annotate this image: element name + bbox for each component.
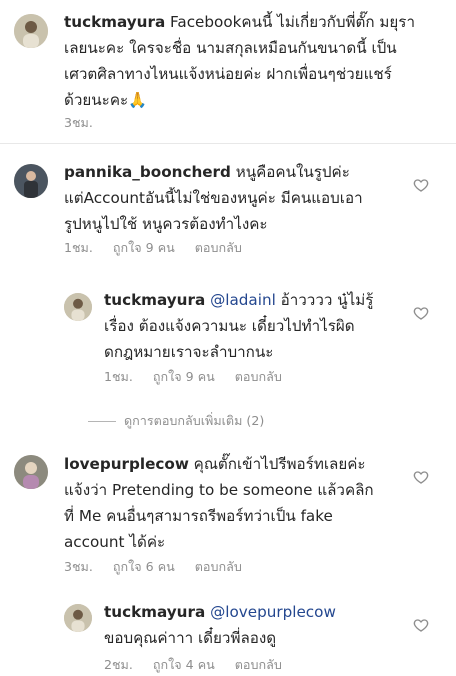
comment-body: tuckmayura @ladainl อ้าวววว นู๋ไม่รู้ เร…	[104, 287, 404, 365]
avatar[interactable]	[64, 604, 92, 632]
reply-button[interactable]: ตอบกลับ	[195, 240, 242, 255]
view-more-label[interactable]: ดูการตอบกลับเพิ่มเติม (2)	[124, 411, 264, 431]
avatar[interactable]	[14, 14, 48, 48]
comment-meta: 1ชม. ถูกใจ 9 คน ตอบกลับ	[104, 367, 298, 387]
mention-link[interactable]: @lovepurplecow	[210, 603, 336, 621]
view-more-replies[interactable]: ดูการตอบกลับเพิ่มเติม (2)	[88, 411, 264, 431]
username[interactable]: lovepurplecow	[64, 455, 189, 473]
comment-meta: 1ชม. ถูกใจ 9 คน ตอบกลับ	[64, 238, 258, 258]
divider-line	[88, 420, 116, 422]
comment-text: account ได้ค่ะ	[64, 533, 166, 551]
comment-text: คุณตั๊กเข้าไปรีพอร์ทเลยค่ะ	[188, 455, 366, 473]
comment-text: รูปหนูไปใช้ หนูควรต้องทำไงคะ	[64, 215, 268, 233]
likes-count[interactable]: ถูกใจ 9 คน	[113, 240, 175, 255]
comment-meta: 3ชม.	[64, 113, 109, 133]
reply-button[interactable]: ตอบกลับ	[235, 657, 282, 672]
comment-text: Facebookคนนี้ ไม่เกี่ยวกับพี่ตั๊ก มยุรา	[165, 13, 415, 31]
comment-body: lovepurplecow คุณตั๊กเข้าไปรีพอร์ทเลยค่ะ…	[64, 451, 404, 555]
comment-body: tuckmayura @lovepurplecow ขอบคุณค่าาา เด…	[104, 599, 404, 651]
heart-outline-icon[interactable]	[413, 469, 429, 485]
heart-outline-icon[interactable]	[413, 305, 429, 321]
comment-text: ดกฎหมายเราจะลำบากนะ	[104, 343, 274, 361]
divider	[0, 143, 456, 144]
likes-count[interactable]: ถูกใจ 4 คน	[153, 657, 215, 672]
comment-meta: 3ชม. ถูกใจ 6 คน ตอบกลับ	[64, 557, 258, 577]
heart-outline-icon[interactable]	[413, 177, 429, 193]
comment-text: อ้าวววว นู๋ไม่รู้	[275, 291, 374, 309]
username[interactable]: tuckmayura	[104, 291, 205, 309]
avatar[interactable]	[64, 293, 92, 321]
timestamp: 2ชม.	[104, 657, 133, 672]
timestamp: 3ชม.	[64, 115, 93, 130]
comment-text: ที่ Me คนอื่นๆสามารถรีพอร์ทว่าเป็น fake	[64, 507, 333, 525]
likes-count[interactable]: ถูกใจ 9 คน	[153, 369, 215, 384]
comment-text: หนูคือคนในรูปค่ะ	[230, 163, 350, 181]
comment-body: pannika_booncherd หนูคือคนในรูปค่ะ แต่Ac…	[64, 159, 404, 237]
comment-meta: 2ชม. ถูกใจ 4 คน ตอบกลับ	[104, 655, 298, 675]
mention-link[interactable]: @ladainl	[210, 291, 276, 309]
username[interactable]: tuckmayura	[104, 603, 205, 621]
comment-text: ด้วยนะคะ🙏	[64, 91, 148, 109]
comment-text: แจ้งว่า Pretending to be someone แล้วคลิ…	[64, 481, 374, 499]
username[interactable]: tuckmayura	[64, 13, 165, 31]
comment-text: แต่Accountอันนี้ไม่ใช่ของหนูค่ะ มีคนแอบเ…	[64, 189, 363, 207]
likes-count[interactable]: ถูกใจ 6 คน	[113, 559, 175, 574]
comment-text: เรื่อง ต้องแจ้งความนะ เดี๋ยวไปทำไรผิด	[104, 317, 355, 335]
comment-text: เศวตศิลาทางไหนแจ้งหน่อยค่ะ ฝากเพื่อนๆช่ว…	[64, 65, 392, 83]
reply-button[interactable]: ตอบกลับ	[235, 369, 282, 384]
comment-text: เลยนะคะ ใครจะชื่อ นามสกุลเหมือนกันขนาดนี…	[64, 39, 397, 57]
heart-outline-icon[interactable]	[413, 617, 429, 633]
timestamp: 3ชม.	[64, 559, 93, 574]
timestamp: 1ชม.	[64, 240, 93, 255]
timestamp: 1ชม.	[104, 369, 133, 384]
comment-text: ขอบคุณค่าาา เดี๋ยวพี่ลองดู	[104, 629, 277, 647]
username[interactable]: pannika_booncherd	[64, 163, 231, 181]
reply-button[interactable]: ตอบกลับ	[195, 559, 242, 574]
avatar[interactable]	[14, 455, 48, 489]
avatar[interactable]	[14, 164, 48, 198]
comment-body: tuckmayura Facebookคนนี้ ไม่เกี่ยวกับพี่…	[64, 9, 444, 113]
